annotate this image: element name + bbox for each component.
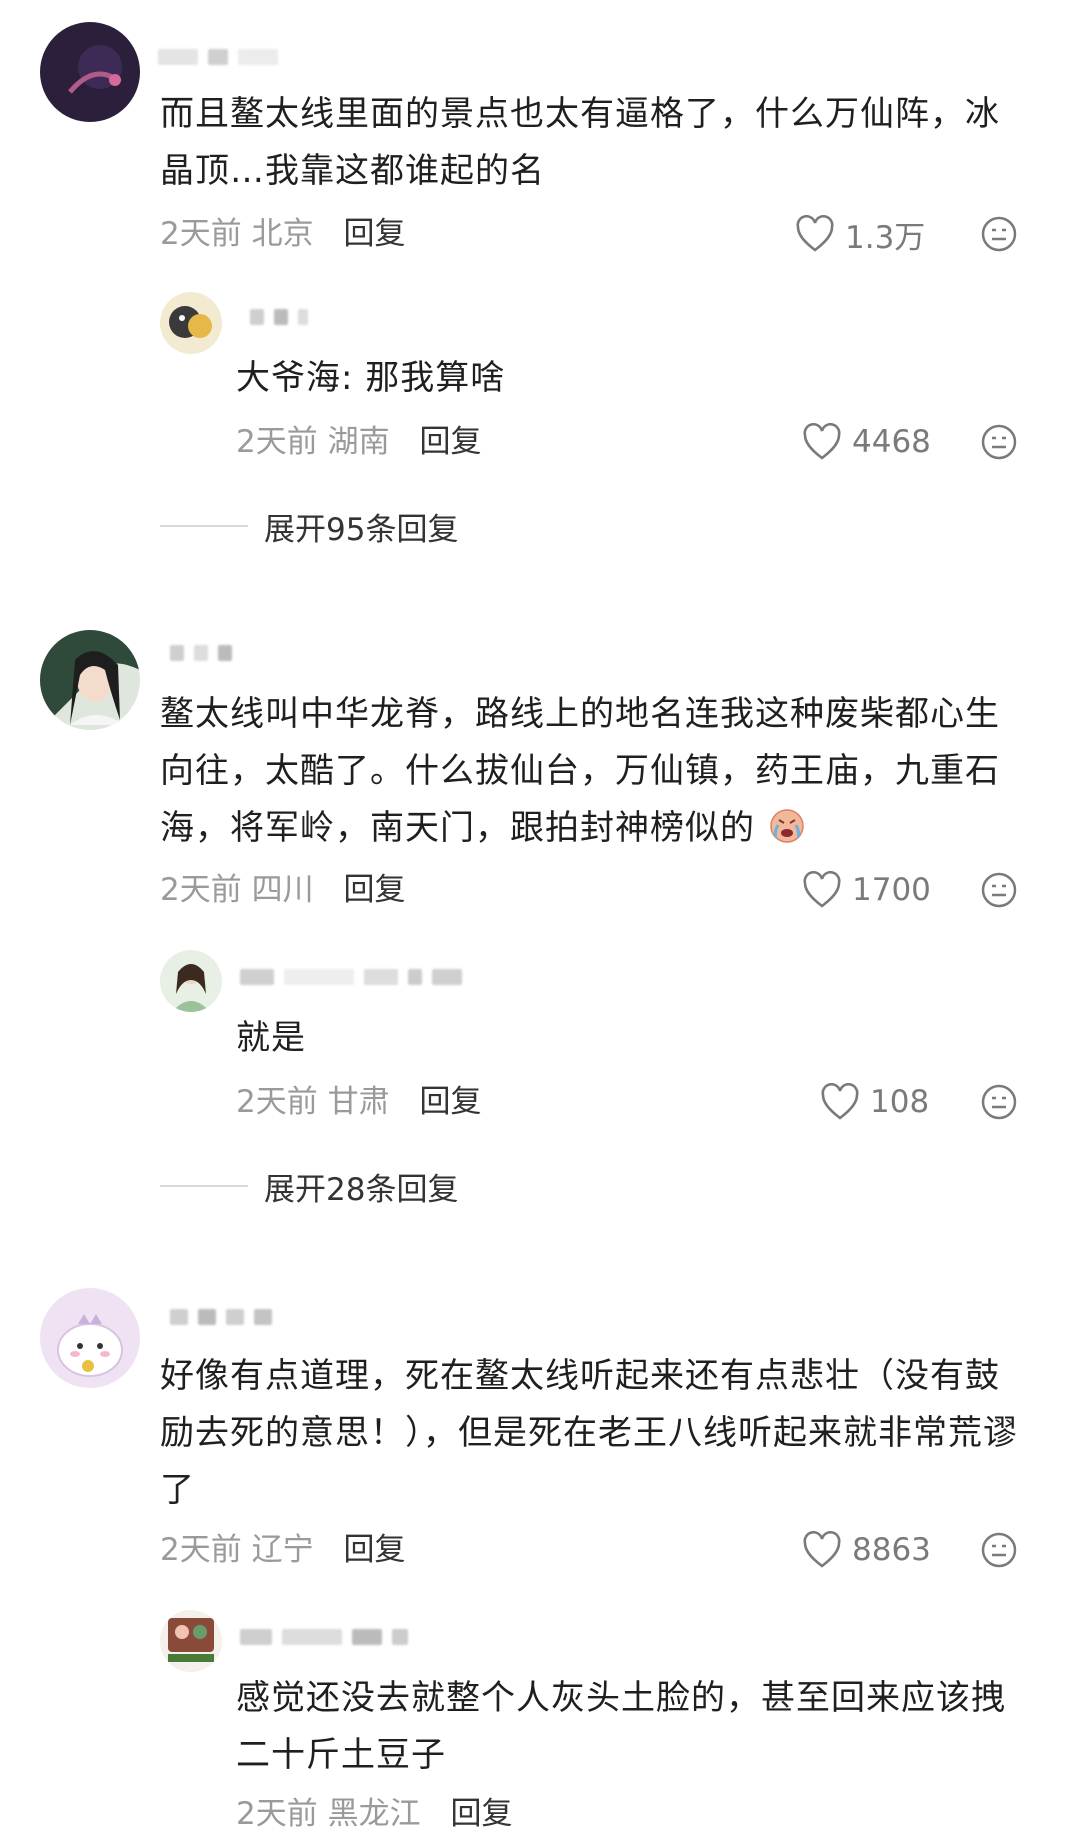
comment-meta: 2天前 四川 回复 [160,868,405,912]
timestamp: 2天前 [160,216,242,252]
reply-username-blurred[interactable] [240,1626,408,1648]
expand-label: 展开95条回复 [264,511,459,548]
reply-avatar[interactable] [160,292,222,354]
comment-3: 好像有点道理，死在鳌太线听起来还有点悲壮（没有鼓励去死的意思！），但是死在老王八… [0,1280,1080,1844]
location: 辽宁 [251,1532,314,1568]
expand-label: 展开28条回复 [264,1171,459,1208]
like-count: 1.3万 [845,219,926,256]
reply-button[interactable]: 回复 [343,872,405,908]
expand-replies-button[interactable]: 展开28条回复 [160,1164,458,1208]
reply-avatar[interactable] [160,950,222,1012]
reply-text: 大爷海: 那我算啥 [236,358,506,398]
comment-text: 而且鳌太线里面的景点也太有逼格了，什么万仙阵，冰晶顶…我靠这都谁起的名 [160,94,1000,191]
avatar[interactable] [40,22,140,122]
reply-username-blurred[interactable] [240,966,462,988]
timestamp: 2天前 [160,1532,242,1568]
reply-button[interactable]: 回复 [419,1084,481,1120]
username-blurred[interactable] [170,642,232,664]
reply-meta: 2天前 黑龙江 回复 [236,1792,512,1836]
location: 四川 [251,872,314,908]
comment-text: 鳌太线叫中华龙脊，路线上的地名连我这种废柴都心生向往，太酷了。什么拔仙台，万仙镇… [160,686,1032,857]
reply-button[interactable]: 回复 [343,216,405,252]
neutral-face-icon[interactable] [980,1083,1018,1121]
location: 北京 [251,216,314,252]
avatar[interactable] [40,630,140,730]
heart-outline-icon [803,1531,841,1568]
timestamp: 2天前 [236,1084,318,1120]
username-blurred[interactable] [170,1306,272,1328]
neutral-face-icon[interactable] [980,215,1018,253]
neutral-face-icon[interactable] [980,1531,1018,1569]
expand-replies-button[interactable]: 展开95条回复 [160,504,458,548]
reply-text: 感觉还没去就整个人灰头土脸的，甚至回来应该拽二十斤土豆子 [236,1678,1006,1775]
timestamp: 2天前 [160,872,242,908]
like-count: 4468 [852,424,931,460]
like-button[interactable]: 1.3万 [795,212,925,256]
like-count: 8863 [852,1532,931,1568]
divider-line [160,525,248,527]
heart-outline-icon [796,215,834,252]
location: 甘肃 [327,1084,390,1120]
neutral-face-icon[interactable] [980,871,1018,909]
comment-text-content: 鳌太线叫中华龙脊，路线上的地名连我这种废柴都心生向往，太酷了。什么拔仙台，万仙镇… [160,694,1000,848]
reply-button[interactable]: 回复 [343,1532,405,1568]
comment-meta: 2天前 辽宁 回复 [160,1528,405,1572]
like-button[interactable]: 4468 [802,420,931,464]
divider-line [160,1185,248,1187]
reply-meta: 2天前 甘肃 回复 [236,1080,481,1124]
heart-outline-icon [803,871,841,908]
comment-2: 鳌太线叫中华龙脊，路线上的地名连我这种废柴都心生向往，太酷了。什么拔仙台，万仙镇… [0,620,1080,1220]
reply-avatar[interactable] [160,1610,222,1672]
like-button[interactable]: 1700 [802,868,931,912]
location: 黑龙江 [327,1796,421,1832]
username-blurred[interactable] [158,46,278,68]
reply-text: 就是 [236,1018,306,1058]
neutral-face-icon[interactable] [980,423,1018,461]
like-button[interactable]: 108 [820,1080,929,1124]
reply-button[interactable]: 回复 [419,424,481,460]
comment-1: 而且鳌太线里面的景点也太有逼格了，什么万仙阵，冰晶顶…我靠这都谁起的名 2天前 … [0,0,1080,548]
like-button[interactable]: 8863 [802,1528,931,1572]
crying-face-emoji [755,808,807,848]
comment-text: 好像有点道理，死在鳌太线听起来还有点悲壮（没有鼓励去死的意思！），但是死在老王八… [160,1356,1018,1510]
location: 湖南 [327,424,390,460]
like-count: 1700 [852,872,931,908]
reply-username-blurred[interactable] [250,306,308,328]
comment-meta: 2天前 北京 回复 [160,212,405,256]
reply-meta: 2天前 湖南 回复 [236,420,481,464]
heart-outline-icon [821,1083,859,1120]
timestamp: 2天前 [236,424,318,460]
like-count: 108 [870,1084,930,1120]
timestamp: 2天前 [236,1796,318,1832]
avatar[interactable] [40,1288,140,1388]
reply-button[interactable]: 回复 [450,1796,512,1832]
heart-outline-icon [803,423,841,460]
